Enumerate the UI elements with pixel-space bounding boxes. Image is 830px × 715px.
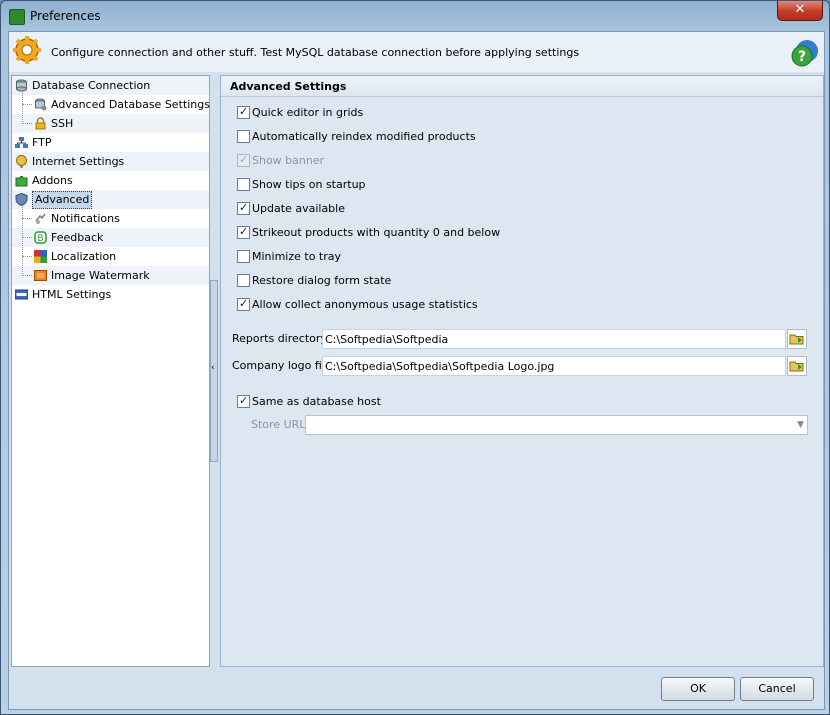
tree-item-label: Database Connection	[32, 79, 151, 92]
chevron-down-icon: ▼	[797, 420, 804, 430]
watermark-icon	[34, 270, 47, 281]
checkbox-label: Same as database host	[252, 395, 381, 408]
html-icon	[15, 289, 28, 300]
shield-icon	[15, 193, 28, 206]
checkbox-box[interactable]	[237, 130, 250, 143]
tree-connector	[22, 218, 32, 219]
tree-item-label: HTML Settings	[32, 288, 112, 301]
header-description: Configure connection and other stuff. Te…	[51, 46, 580, 59]
tree-item-label: Image Watermark	[51, 269, 150, 282]
panel-title: Advanced Settings	[230, 80, 347, 93]
help-icon[interactable]: ?	[790, 38, 820, 68]
header-bar: Configure connection and other stuff. Te…	[9, 32, 824, 72]
tree-item-label: Internet Settings	[32, 155, 125, 168]
lock-icon	[35, 117, 46, 130]
ok-button[interactable]: OK	[661, 677, 735, 701]
panel-splitter[interactable]: ‹	[210, 280, 218, 462]
checkbox-label: Update available	[252, 202, 345, 215]
svg-text:?: ?	[798, 49, 806, 65]
tree-item-label: FTP	[32, 136, 52, 149]
checkbox-box[interactable]	[237, 178, 250, 191]
cancel-button[interactable]: Cancel	[740, 677, 814, 701]
checkbox-label: Restore dialog form state	[252, 274, 392, 287]
checkbox-label: Show banner	[252, 154, 325, 167]
tree-connector	[22, 204, 23, 276]
localization-icon	[34, 250, 47, 263]
puzzle-icon	[15, 176, 28, 187]
preferences-window: Preferences ✕ Configure connection and o…	[0, 0, 830, 715]
collapse-arrow-icon[interactable]: ‹	[211, 363, 215, 373]
checkbox-box[interactable]	[237, 104, 250, 120]
store-url-combo: ▼	[305, 415, 808, 435]
tree-item-label: Advanced	[32, 191, 93, 209]
panel-header: Advanced Settings	[221, 76, 823, 97]
checkbox-label: Strikeout products with quantity 0 and b…	[252, 226, 501, 239]
checkbox-label: Automatically reindex modified products	[252, 130, 476, 143]
checkbox-label: Show tips on startup	[252, 178, 366, 191]
browse-file-icon[interactable]	[787, 356, 807, 376]
tree-item-label: Addons	[32, 174, 73, 187]
ftp-network-icon	[15, 137, 28, 148]
reports-directory-label: Reports directory	[232, 332, 327, 345]
company-logo-label: Company logo file	[232, 359, 332, 372]
tree-connector	[22, 104, 32, 105]
tree-connector	[22, 275, 32, 276]
company-logo-input[interactable]	[322, 356, 786, 376]
tree-connector	[22, 123, 32, 124]
feedback-icon: B	[34, 231, 47, 244]
checkbox-box[interactable]	[237, 200, 250, 216]
tree-connector	[22, 90, 23, 124]
tree-item-label: Feedback	[51, 231, 104, 244]
database-icon	[16, 79, 27, 92]
database-settings-icon	[35, 98, 47, 111]
tree-item-label: Localization	[51, 250, 117, 263]
tree-item-label: SSH	[51, 117, 74, 130]
advanced-settings-panel: Advanced Settings Quick editor in grids …	[220, 75, 824, 667]
app-icon	[9, 9, 25, 25]
tree-connector	[22, 256, 32, 257]
window-title: Preferences	[30, 9, 101, 23]
close-button[interactable]: ✕	[777, 1, 823, 21]
checkbox-box[interactable]	[237, 250, 250, 263]
title-bar[interactable]: Preferences ✕	[1, 1, 829, 31]
dialog-client-area: Configure connection and other stuff. Te…	[8, 31, 825, 710]
checkbox-label: Allow collect anonymous usage statistics	[252, 298, 478, 311]
browse-folder-icon[interactable]	[787, 329, 807, 349]
checkbox-label: Quick editor in grids	[252, 106, 364, 119]
settings-tree[interactable]: Database Connection Advanced Database Se…	[11, 75, 210, 667]
checkbox-box[interactable]	[237, 274, 250, 287]
checkbox-box[interactable]	[237, 224, 250, 240]
reports-directory-input[interactable]	[322, 329, 786, 349]
store-url-label: Store URL	[251, 418, 306, 431]
globe-icon	[16, 155, 27, 168]
tree-item-label: Notifications	[51, 212, 120, 225]
tree-item-label: Advanced Database Settings	[51, 98, 210, 111]
tree-connector	[22, 237, 32, 238]
svg-text:B: B	[37, 234, 43, 244]
notification-icon	[35, 213, 46, 224]
checkbox-label: Minimize to tray	[252, 250, 342, 263]
checkbox-box[interactable]	[237, 393, 250, 409]
checkbox-box[interactable]	[237, 296, 250, 312]
gear-icon	[13, 36, 41, 64]
checkbox-box	[237, 152, 250, 168]
